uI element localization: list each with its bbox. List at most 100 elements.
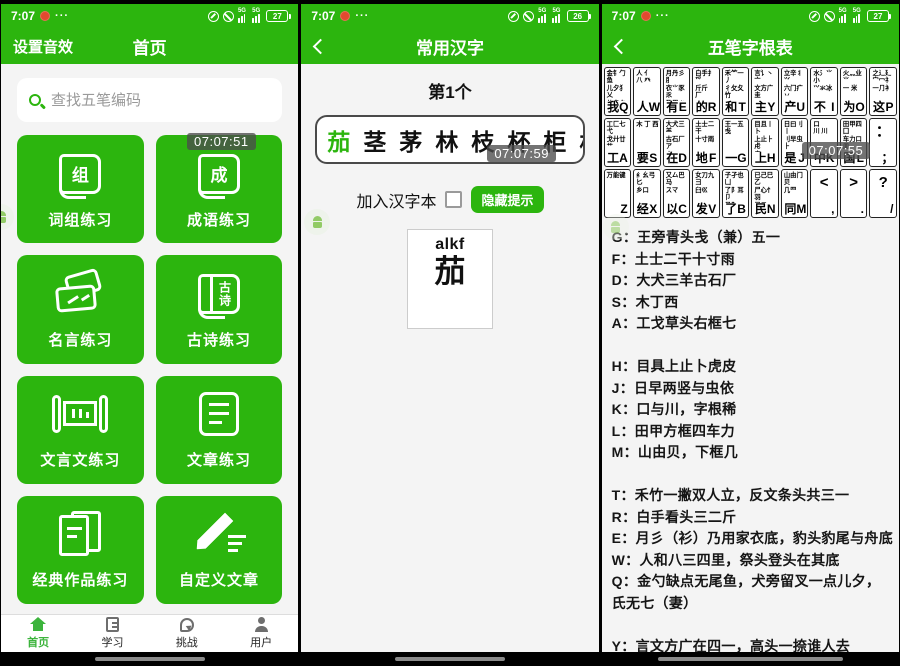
mnemonic-line	[612, 464, 893, 486]
battery-icon: 26	[567, 10, 589, 22]
char-counter: 第1个	[301, 78, 598, 103]
key-letter: Q	[619, 101, 628, 114]
mnemonic-line: J：日早两竖与虫依	[612, 378, 893, 400]
custom-article-button[interactable]: 自定义文章	[156, 496, 283, 604]
mnemonic-line: H：目具上止卜虎皮	[612, 356, 893, 378]
wubi-code: alkf	[435, 236, 465, 254]
key-letter: Z	[620, 203, 627, 216]
key-radicals: 土士二干 十寸雨	[693, 119, 719, 152]
key-letter: O	[855, 101, 864, 114]
tab-home[interactable]: 首页	[1, 615, 75, 652]
search-box[interactable]	[17, 78, 282, 122]
classic-works-practice-button[interactable]: 经典作品练习	[17, 496, 144, 604]
home-indicator[interactable]	[395, 657, 505, 661]
key-letter: N	[767, 203, 776, 216]
pencil-icon	[192, 511, 246, 557]
home-indicator[interactable]	[95, 657, 205, 661]
recording-dot-icon	[40, 11, 50, 21]
key-letter: R	[708, 101, 717, 114]
books-icon	[57, 511, 103, 557]
status-bar: 7:07 ··· 5G 5G 27	[602, 4, 899, 28]
key-radicals: ?	[870, 170, 896, 203]
wubi-key: 水氵⺌小 ⺍氺冰 不I	[810, 67, 838, 116]
key-letter: T	[738, 101, 745, 114]
key-example-char: 上	[755, 152, 767, 165]
wubi-key: 立辛丬⺍ 六门疒 丷 产U	[781, 67, 809, 116]
mnemonic-line	[612, 614, 893, 636]
tab-study[interactable]: 学习	[75, 615, 149, 652]
signal-5g-icon-2: 5G	[853, 9, 863, 23]
status-icons: 5G 5G 27	[208, 9, 288, 23]
key-example-char: 和	[725, 101, 737, 114]
wubi-key: ： ；	[869, 118, 897, 167]
key-letter: A	[619, 152, 628, 165]
hide-hint-button[interactable]: 隐藏提示	[471, 186, 543, 213]
key-radicals: 纟幺弓匕 乡口	[634, 170, 660, 203]
mute-icon	[824, 11, 835, 22]
wubi-key: 之辶廴 宀冖礻 一⺆衤 这P	[869, 67, 897, 116]
key-example-char: 的	[696, 101, 708, 114]
wubi-key: > .	[840, 169, 868, 218]
tab-bar: 首页 学习 挑战 用户	[1, 614, 298, 652]
home-indicator[interactable]	[658, 657, 843, 661]
key-letter: X	[649, 203, 657, 216]
key-radicals: 立辛丬⺍ 六门疒 丷	[782, 68, 808, 101]
wubi-key: 木 丁 西 要S	[633, 118, 661, 167]
ellipsis-icon: ···	[355, 10, 369, 22]
key-radicals: 人 亻 八 癶	[634, 68, 660, 101]
status-time: 7:07	[612, 9, 636, 23]
system-bottom-bar	[1, 652, 298, 666]
key-radicals: 大犬三⺷ 古石厂ア ナ	[664, 119, 690, 152]
tab-user[interactable]: 用户	[224, 615, 298, 652]
key-letter: B	[737, 203, 746, 216]
key-radicals: ：	[870, 119, 896, 152]
current-character: 茄	[327, 123, 350, 157]
status-icons: 5G 5G 26	[508, 9, 588, 23]
floating-assistant-icon[interactable]	[304, 209, 330, 235]
status-icons: 5G 5G 27	[809, 9, 889, 23]
key-radicals: 木 丁 西	[634, 119, 660, 152]
tab-challenge[interactable]: 挑战	[150, 615, 224, 652]
wubi-key: 言讠丶亠 文方广 圭 主Y	[751, 67, 779, 116]
key-radicals: 禾⺮一丿 彳攵夂 竹	[723, 68, 749, 101]
mute-icon	[523, 11, 534, 22]
key-letter: M	[796, 203, 806, 216]
page-title: 五笔字根表	[602, 34, 899, 59]
floating-assistant-icon[interactable]	[1, 204, 14, 230]
ellipsis-icon: ···	[55, 10, 69, 22]
key-radicals: 白手扌⺤ 斤斤 厂	[693, 68, 719, 101]
status-bar: 7:07 ··· 5G 5G 26	[301, 4, 598, 28]
wubi-key: 纟幺弓匕 乡口 经X	[633, 169, 661, 218]
key-letter: W	[649, 101, 660, 114]
key-letter: D	[678, 152, 687, 165]
screen-wubi-roots: 7:07 ··· 5G 5G 27 五笔字根表 金钅勹鱼 儿夕犭乂 儿タク匚 我…	[602, 4, 899, 666]
key-example-char: 我	[607, 101, 619, 114]
sound-settings-button[interactable]: 设置音效	[13, 36, 73, 57]
character: 林	[435, 123, 458, 157]
key-radicals: 水氵⺌小 ⺍氺冰	[811, 68, 837, 101]
floating-assistant-icon[interactable]	[603, 214, 629, 240]
phrase-practice-button[interactable]: 组 词组练习	[17, 135, 144, 243]
key-example-char: 是	[784, 152, 796, 165]
key-letter: E	[679, 101, 687, 114]
key-radicals: 已己巳乙 尸心忄羽 ⺕コ	[752, 170, 778, 203]
rocket-icon	[180, 618, 194, 632]
key-example-char: 发	[696, 203, 708, 216]
keyboard-row-3: 万能键 Z 纟幺弓匕 乡口 经X 又厶巴马 スマ 以C 女刀九彐 臼巛 发V	[604, 169, 897, 218]
link-icon	[508, 11, 519, 22]
mnemonic-line: E：月彡（衫）乃用家衣底，豹头豹尾与舟底	[612, 528, 893, 550]
add-to-book-checkbox[interactable]	[445, 191, 462, 208]
classical-chinese-practice-button[interactable]: 文言文练习	[17, 376, 144, 484]
key-example-char: 了	[725, 203, 737, 216]
poem-book-icon: 古诗	[198, 274, 240, 314]
search-input[interactable]	[51, 92, 270, 109]
character: 析	[579, 123, 584, 157]
idiom-practice-button[interactable]: 成 成语练习	[156, 135, 283, 243]
signal-5g-icon: 5G	[839, 9, 849, 23]
quotes-practice-button[interactable]: 名言练习	[17, 255, 144, 363]
mnemonic-line: W：人和八三四里，祭头登头在其底	[612, 550, 893, 572]
poem-practice-button[interactable]: 古诗 古诗练习	[156, 255, 283, 363]
book-icon: 成	[198, 154, 240, 194]
article-practice-button[interactable]: 文章练习	[156, 376, 283, 484]
app-header: 常用汉字	[301, 28, 598, 64]
